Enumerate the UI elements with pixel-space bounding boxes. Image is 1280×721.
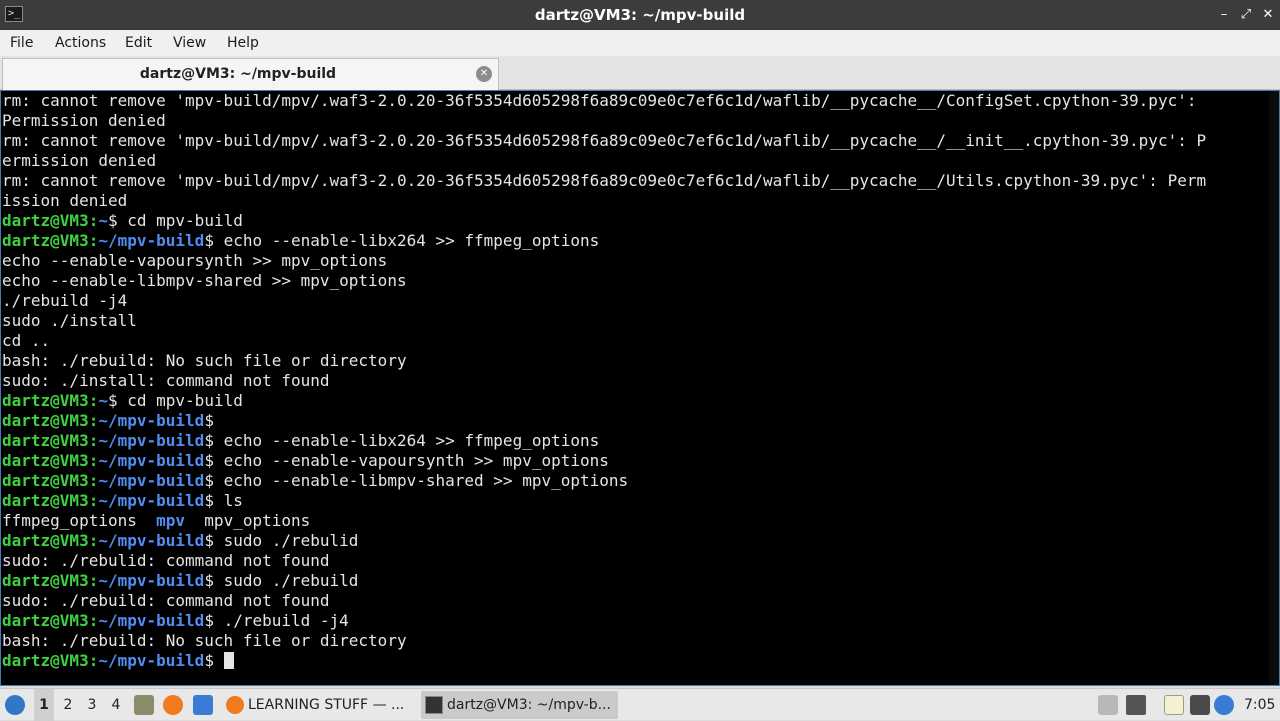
terminal-line: sudo: ./install: command not found bbox=[2, 371, 330, 390]
terminal-output[interactable]: rm: cannot remove 'mpv-build/mpv/.waf3-2… bbox=[0, 90, 1280, 686]
prompt-user: dartz@VM3 bbox=[2, 411, 89, 430]
menu-actions[interactable]: Actions bbox=[55, 30, 106, 56]
prompt-user: dartz@VM3 bbox=[2, 491, 89, 510]
prompt-user: dartz@VM3 bbox=[2, 431, 89, 450]
terminal-line: sudo: ./rebuild: command not found bbox=[2, 591, 330, 610]
prompt-user: dartz@VM3 bbox=[2, 471, 89, 490]
prompt-path: ~ bbox=[98, 211, 108, 230]
prompt-path: ~ bbox=[98, 391, 108, 410]
terminal-line: dartz@VM3:~$ cd mpv-build bbox=[2, 211, 243, 230]
prompt-user: dartz@VM3 bbox=[2, 651, 89, 670]
prompt-path: ~/mpv-build bbox=[98, 451, 205, 470]
desktop-2-button[interactable]: 2 bbox=[58, 689, 78, 721]
terminal-scrollbar[interactable] bbox=[1269, 91, 1279, 685]
terminal-line: cd .. bbox=[2, 331, 51, 350]
prompt-path: ~/mpv-build bbox=[98, 411, 205, 430]
close-button[interactable]: ✕ bbox=[1258, 5, 1278, 25]
terminal-line: echo --enable-libmpv-shared >> mpv_optio… bbox=[2, 271, 407, 290]
text-cursor bbox=[223, 652, 234, 669]
prompt-user: dartz@VM3 bbox=[2, 571, 89, 590]
terminal-line: ffmpeg_options mpv mpv_options bbox=[2, 511, 311, 530]
terminal-line: sudo ./install bbox=[2, 311, 137, 330]
terminal-line: rm: cannot remove 'mpv-build/mpv/.waf3-2… bbox=[2, 91, 1197, 110]
terminal-icon bbox=[425, 696, 443, 714]
prompt-user: dartz@VM3 bbox=[2, 451, 89, 470]
tab-close-icon[interactable]: ✕ bbox=[476, 66, 492, 82]
window-title: dartz@VM3: ~/mpv-build bbox=[534, 6, 746, 24]
terminal-line: ermission denied bbox=[2, 151, 157, 170]
prompt-path: ~/mpv-build bbox=[98, 611, 205, 630]
prompt-user: dartz@VM3 bbox=[2, 211, 89, 230]
menu-edit[interactable]: Edit bbox=[125, 30, 152, 56]
prompt-path: ~/mpv-build bbox=[98, 571, 205, 590]
terminal-line: dartz@VM3:~/mpv-build$ echo --enable-vap… bbox=[2, 451, 609, 470]
terminal-line: dartz@VM3:~/mpv-build$ bbox=[1, 651, 1279, 671]
volume-icon[interactable] bbox=[1126, 695, 1146, 715]
desktop-3-button[interactable]: 3 bbox=[82, 689, 102, 721]
maximize-button[interactable]: ⤢ bbox=[1236, 5, 1256, 25]
network-icon[interactable] bbox=[1190, 695, 1210, 715]
terminal-line: dartz@VM3:~/mpv-build$ bbox=[2, 411, 224, 430]
update-notifier-icon[interactable] bbox=[1214, 695, 1234, 715]
file-manager-icon[interactable] bbox=[134, 695, 154, 715]
terminal-line: dartz@VM3:~/mpv-build$ echo --enable-lib… bbox=[2, 431, 600, 450]
prompt-user: dartz@VM3 bbox=[2, 611, 89, 630]
tab-bar: dartz@VM3: ~/mpv-build ✕ bbox=[0, 56, 1280, 90]
clipboard-icon[interactable] bbox=[1164, 695, 1184, 715]
clock[interactable]: 7:05 bbox=[1244, 689, 1275, 721]
prompt-user: dartz@VM3 bbox=[2, 231, 89, 250]
terminal-line: ission denied bbox=[2, 191, 128, 210]
tab-label: dartz@VM3: ~/mpv-build bbox=[139, 66, 337, 82]
task-label: dartz@VM3: ~/mpv-b... bbox=[447, 697, 611, 713]
task-learning-stuff[interactable]: LEARNING STUFF — ... bbox=[222, 691, 412, 719]
menu-view[interactable]: View bbox=[173, 30, 206, 56]
prompt-path: ~/mpv-build bbox=[98, 471, 205, 490]
tray-notes-icon[interactable] bbox=[1098, 695, 1118, 715]
menu-help[interactable]: Help bbox=[227, 30, 259, 56]
prompt-path: ~/mpv-build bbox=[98, 431, 205, 450]
prompt-path: ~/mpv-build bbox=[98, 231, 205, 250]
terminal-line: dartz@VM3:~/mpv-build$ echo --enable-lib… bbox=[2, 231, 600, 250]
terminal-line: ./rebuild -j4 bbox=[2, 291, 128, 310]
terminal-line: echo --enable-vapoursynth >> mpv_options bbox=[2, 251, 388, 270]
window-title-bar[interactable]: >_ dartz@VM3: ~/mpv-build – ⤢ ✕ bbox=[0, 0, 1280, 30]
prompt-path: ~/mpv-build bbox=[98, 491, 205, 510]
prompt-path: ~/mpv-build bbox=[98, 651, 205, 670]
prompt-user: dartz@VM3 bbox=[2, 531, 89, 550]
firefox-icon[interactable] bbox=[163, 695, 183, 715]
firefox-icon bbox=[226, 696, 244, 714]
terminal-line: dartz@VM3:~/mpv-build$ ./rebuild -j4 bbox=[2, 611, 349, 630]
start-menu-icon[interactable] bbox=[5, 695, 25, 715]
show-desktop-icon[interactable] bbox=[193, 695, 213, 715]
prompt-path: ~/mpv-build bbox=[98, 531, 205, 550]
terminal-line: dartz@VM3:~/mpv-build$ echo --enable-lib… bbox=[2, 471, 629, 490]
terminal-line: dartz@VM3:~/mpv-build$ sudo ./rebulid bbox=[2, 531, 359, 550]
desktop-4-button[interactable]: 4 bbox=[106, 689, 126, 721]
menu-bar: File Actions Edit View Help bbox=[0, 30, 1280, 56]
minimize-button[interactable]: – bbox=[1214, 5, 1234, 25]
terminal-line: Permission denied bbox=[2, 111, 166, 130]
menu-file[interactable]: File bbox=[10, 30, 33, 56]
terminal-line: bash: ./rebuild: No such file or directo… bbox=[2, 631, 407, 650]
terminal-line: dartz@VM3:~/mpv-build$ sudo ./rebuild bbox=[2, 571, 359, 590]
desktop-1-button[interactable]: 1 bbox=[34, 689, 54, 721]
task-terminal[interactable]: dartz@VM3: ~/mpv-b... bbox=[421, 691, 618, 719]
terminal-line: sudo: ./rebulid: command not found bbox=[2, 551, 330, 570]
directory-entry: mpv bbox=[156, 511, 186, 530]
tab-terminal[interactable]: dartz@VM3: ~/mpv-build ✕ bbox=[2, 58, 499, 90]
terminal-line: rm: cannot remove 'mpv-build/mpv/.waf3-2… bbox=[2, 131, 1207, 150]
prompt-user: dartz@VM3 bbox=[2, 391, 89, 410]
terminal-line: dartz@VM3:~/mpv-build$ ls bbox=[2, 491, 243, 510]
terminal-line: rm: cannot remove 'mpv-build/mpv/.waf3-2… bbox=[2, 171, 1207, 190]
terminal-line: dartz@VM3:~$ cd mpv-build bbox=[2, 391, 243, 410]
taskbar: 1 2 3 4 LEARNING STUFF — ... dartz@VM3: … bbox=[0, 688, 1280, 721]
task-label: LEARNING STUFF — ... bbox=[248, 697, 405, 713]
terminal-line: bash: ./rebuild: No such file or directo… bbox=[2, 351, 407, 370]
